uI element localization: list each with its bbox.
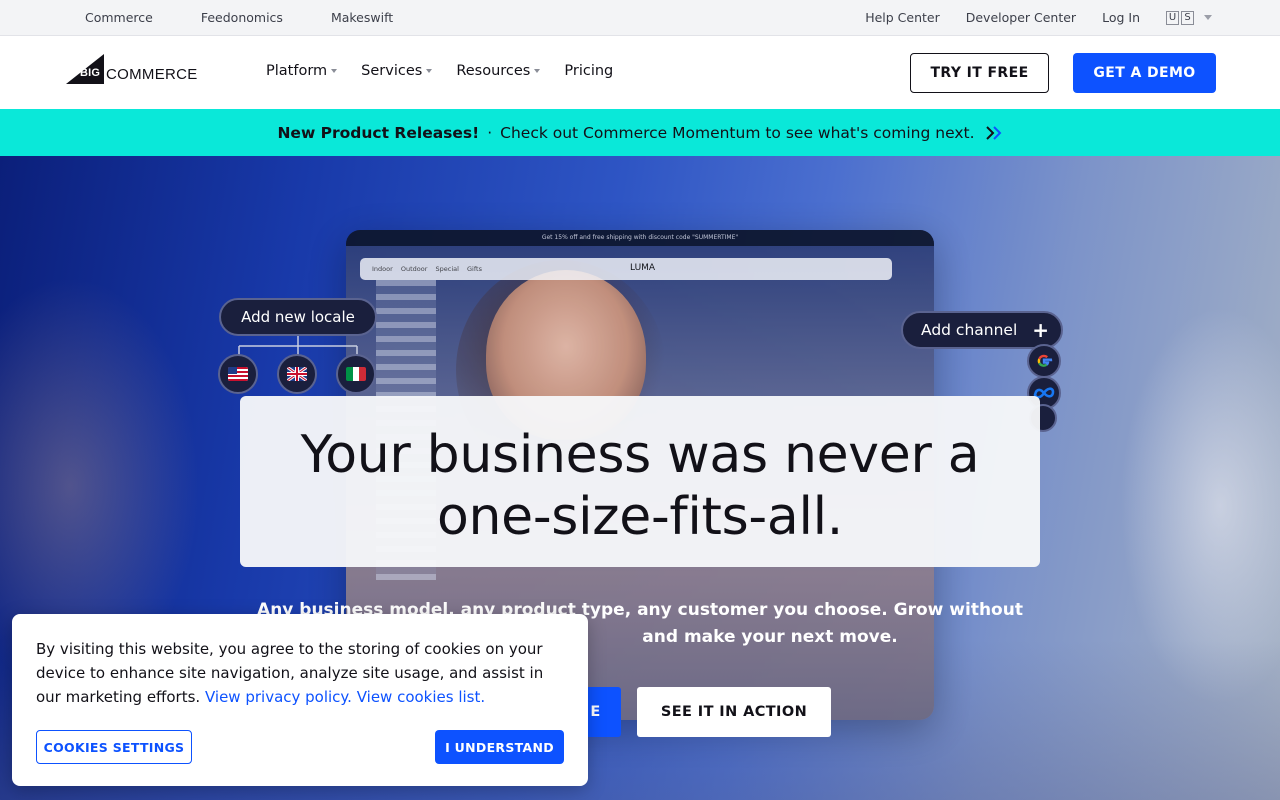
locale-selector[interactable]: U S	[1166, 10, 1212, 25]
mockup-nav-outdoor: Outdoor	[400, 265, 428, 273]
utility-link-makeswift[interactable]: Makeswift	[331, 10, 393, 25]
double-chevron-right-icon	[985, 125, 1003, 141]
add-new-locale-pill: Add new locale	[219, 298, 377, 336]
announcement-title: New Product Releases!	[277, 123, 480, 142]
nav-resources-label: Resources	[456, 63, 531, 79]
italy-flag-icon	[336, 354, 376, 394]
nav-pricing-label: Pricing	[564, 63, 614, 79]
locale-letter-u: U	[1166, 10, 1179, 25]
add-channel-label: Add channel	[921, 321, 1018, 339]
try-it-free-button[interactable]: TRY IT FREE	[910, 53, 1049, 93]
logo-commerce-text: COMMERCE	[106, 66, 198, 83]
bigcommerce-logo[interactable]: BIG COMMERCE	[66, 54, 206, 88]
utility-link-commerce[interactable]: Commerce	[85, 10, 153, 25]
logo-big-text: BIG	[80, 67, 101, 79]
add-channel-pill: Add channel +	[901, 311, 1063, 349]
hero-headline: Your business was never a one-size-fits-…	[240, 424, 1040, 548]
chevron-down-icon	[534, 69, 541, 73]
chevron-down-icon	[1204, 15, 1212, 20]
uk-flag-icon	[277, 354, 317, 394]
see-it-in-action-button[interactable]: SEE IT IN ACTION	[637, 687, 831, 737]
utility-bar: Commerce Feedonomics Makeswift Help Cent…	[0, 0, 1280, 36]
hero-headline-line2: one-size-fits-all.	[436, 487, 843, 547]
mockup-brand: LUMA	[630, 263, 656, 273]
chevron-down-icon	[331, 69, 338, 73]
announcement-text: Check out Commerce Momentum to see what'…	[500, 123, 975, 142]
cookies-list-link[interactable]: View cookies list.	[357, 688, 485, 706]
cookie-banner: By visiting this website, you agree to t…	[12, 614, 588, 786]
nav-pricing[interactable]: Pricing	[564, 63, 613, 79]
mockup-navbar: Indoor Outdoor Special Gifts LUMA	[360, 258, 892, 280]
nav-platform-label: Platform	[266, 63, 328, 79]
chevron-down-icon	[426, 69, 433, 73]
cookie-text: By visiting this website, you agree to t…	[36, 637, 566, 709]
mockup-nav-links: Indoor Outdoor Special Gifts	[372, 265, 488, 273]
utility-right-links: Help Center Developer Center Log In U S	[839, 10, 1212, 25]
primary-nav: Platform Services Resources Pricing	[266, 63, 637, 79]
nav-resources[interactable]: Resources	[456, 63, 541, 79]
developer-center-link[interactable]: Developer Center	[966, 10, 1076, 25]
us-flag-icon	[218, 354, 258, 394]
help-center-link[interactable]: Help Center	[865, 10, 940, 25]
privacy-policy-link[interactable]: View privacy policy.	[205, 688, 352, 706]
utility-left-links: Commerce Feedonomics Makeswift	[85, 10, 441, 25]
announcement-separator: ·	[487, 123, 493, 142]
mockup-nav-special: Special	[435, 265, 459, 273]
utility-link-feedonomics[interactable]: Feedonomics	[201, 10, 283, 25]
nav-services[interactable]: Services	[361, 63, 433, 79]
nav-platform[interactable]: Platform	[266, 63, 338, 79]
nav-services-label: Services	[361, 63, 423, 79]
get-a-demo-button[interactable]: GET A DEMO	[1073, 53, 1216, 93]
locale-letter-s: S	[1181, 10, 1194, 25]
announcement-bar[interactable]: New Product Releases! · Check out Commer…	[0, 109, 1280, 156]
hero-primary-button-label: E	[590, 704, 601, 720]
login-link[interactable]: Log In	[1102, 10, 1140, 25]
main-header: BIG COMMERCE Platform Services Resources…	[0, 36, 1280, 109]
headline-card: Your business was never a one-size-fits-…	[240, 396, 1040, 567]
mockup-nav-gifts: Gifts	[467, 265, 482, 273]
google-channel-icon	[1027, 344, 1061, 378]
cookies-settings-button[interactable]: COOKIES SETTINGS	[36, 730, 192, 764]
hero-headline-line1: Your business was never a	[300, 425, 980, 485]
mockup-promo-strip: Get 15% off and free shipping with disco…	[346, 230, 934, 246]
i-understand-button[interactable]: I UNDERSTAND	[435, 730, 564, 764]
mockup-nav-indoor: Indoor	[372, 265, 393, 273]
plus-icon: +	[1032, 318, 1049, 342]
